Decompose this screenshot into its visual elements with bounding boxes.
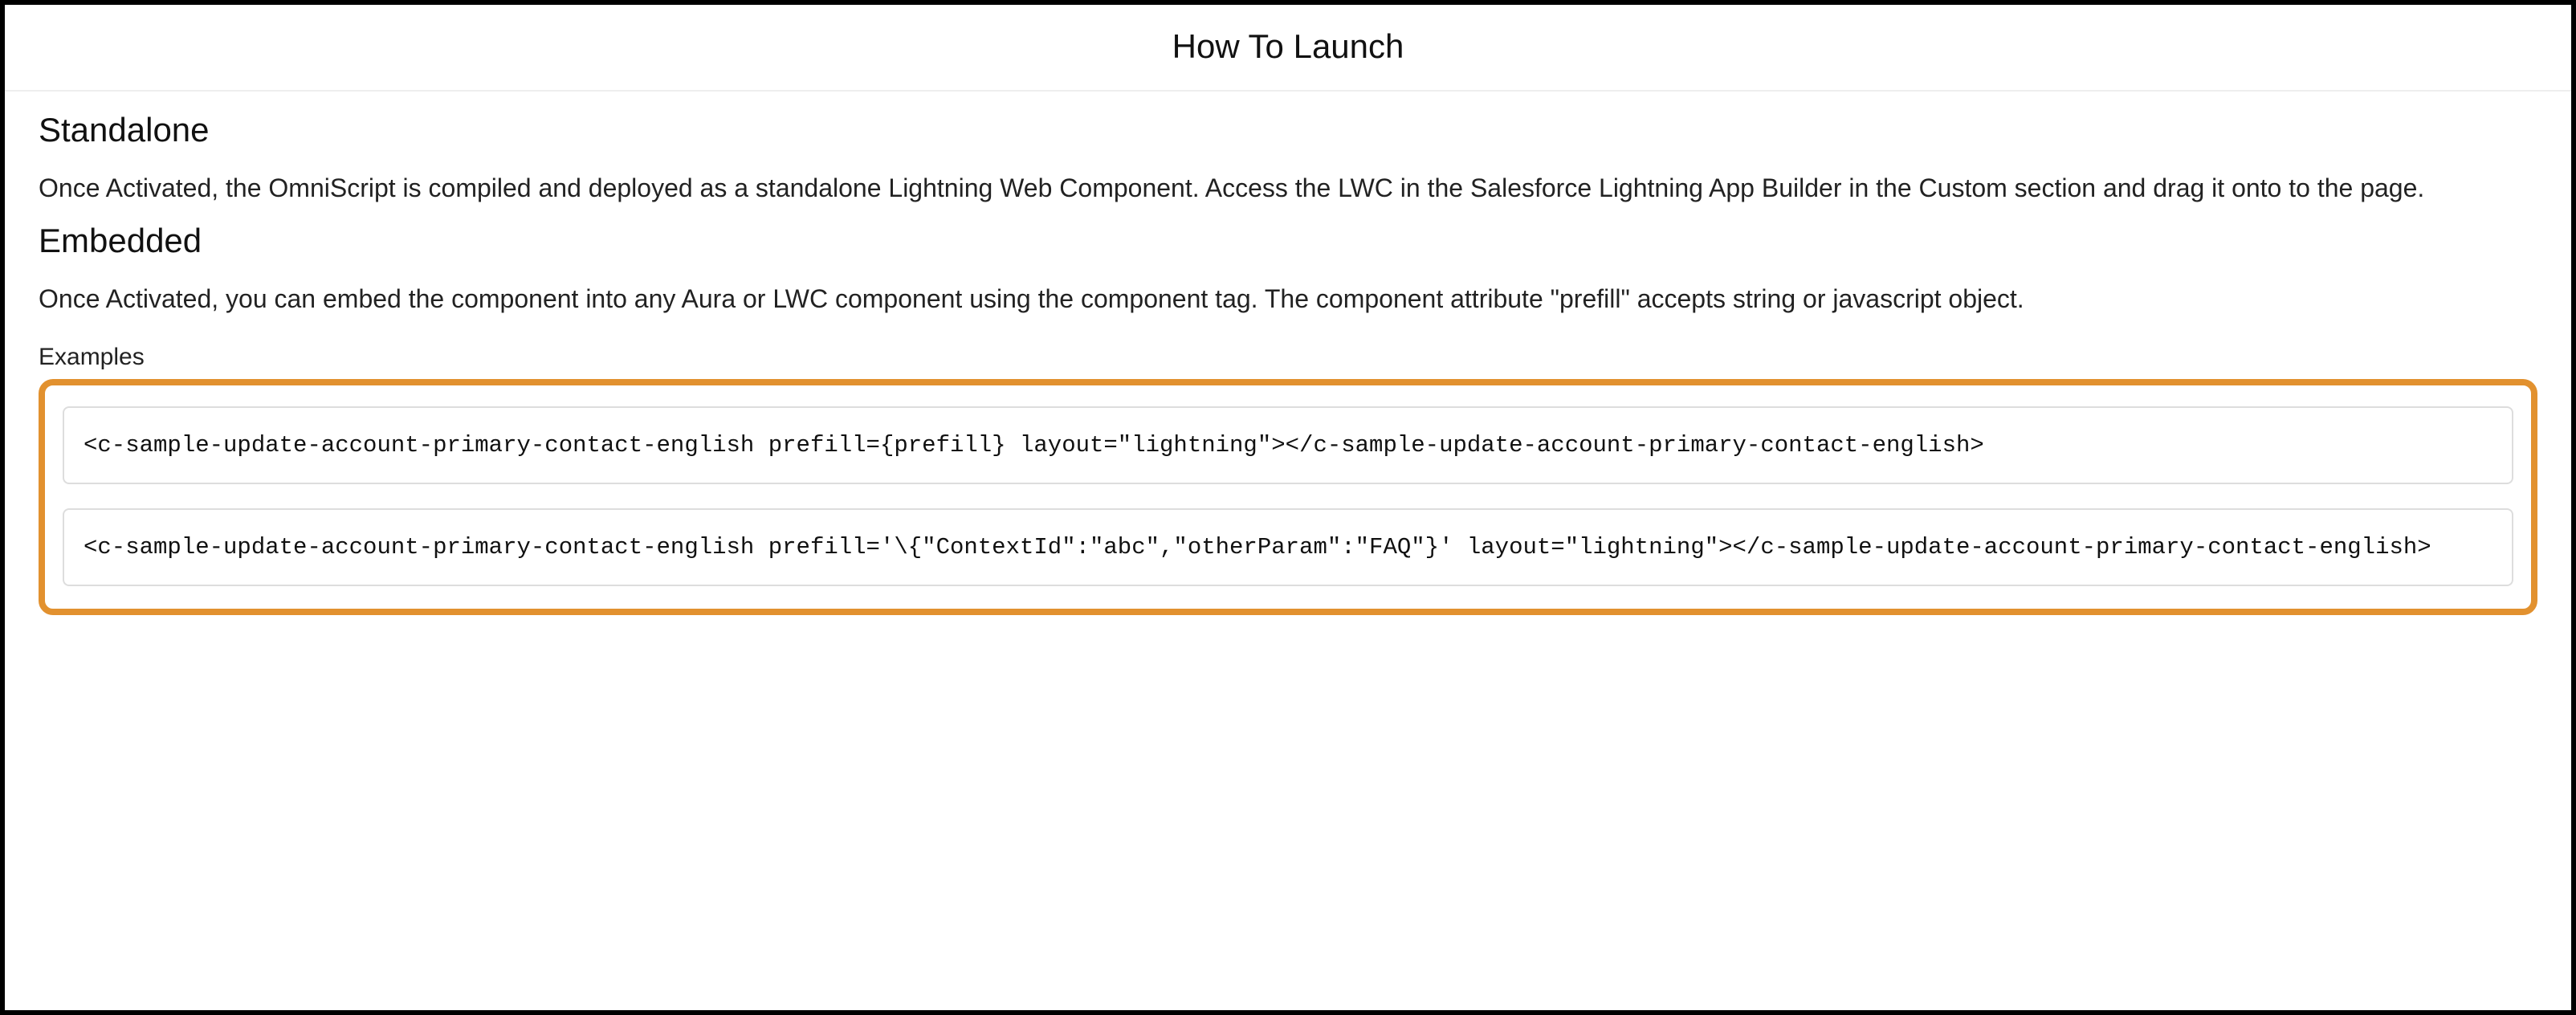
dialog-content: Standalone Once Activated, the OmniScrip… — [5, 92, 2571, 647]
embedded-body: Once Activated, you can embed the compon… — [39, 279, 2537, 318]
examples-highlight-box — [39, 379, 2537, 615]
standalone-body: Once Activated, the OmniScript is compil… — [39, 169, 2537, 207]
code-example-input-1[interactable] — [63, 406, 2513, 484]
dialog-title: How To Launch — [5, 27, 2571, 66]
dialog-window: How To Launch Standalone Once Activated,… — [0, 0, 2576, 1015]
examples-label: Examples — [39, 344, 2537, 371]
dialog-header: How To Launch — [5, 5, 2571, 92]
embedded-heading: Embedded — [39, 222, 2537, 260]
standalone-heading: Standalone — [39, 111, 2537, 149]
code-example-input-2[interactable] — [63, 508, 2513, 586]
